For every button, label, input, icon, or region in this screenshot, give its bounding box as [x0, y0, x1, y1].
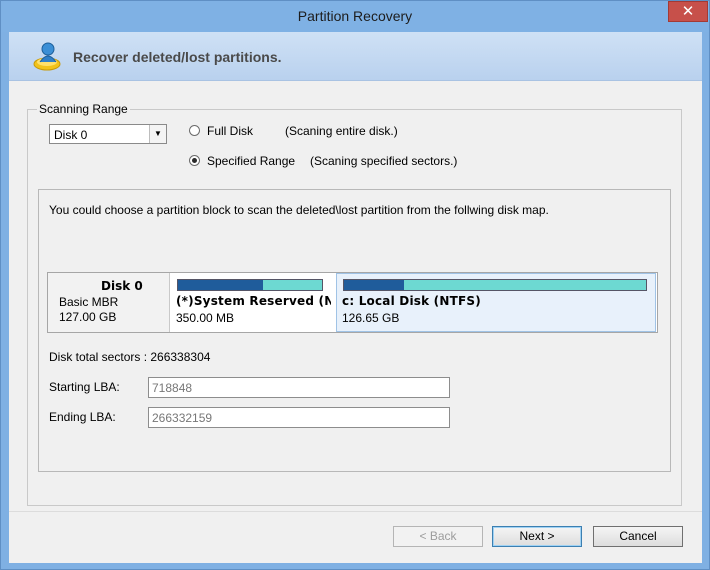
ending-lba-label: Ending LBA:: [49, 410, 116, 424]
specified-range-description: (Scaning specified sectors.): [310, 154, 458, 168]
disk-name: Disk 0: [101, 279, 143, 293]
partition-block-system-reserved[interactable]: (*)System Reserved (NTFS) 350.00 MB: [170, 273, 332, 332]
disk-select[interactable]: Disk 0 ▼: [49, 124, 167, 144]
partition-size: 350.00 MB: [176, 311, 235, 325]
scanning-range-legend: Scanning Range: [37, 102, 130, 116]
partition-recovery-window: Partition Recovery ✕ Recover deleted/los…: [0, 0, 710, 570]
wizard-body: Scanning Range Disk 0 ▼ Full Disk (Scani…: [9, 82, 702, 510]
dialog-client-area: Recover deleted/lost partitions. Scannin…: [9, 32, 702, 563]
title-bar[interactable]: Partition Recovery ✕: [1, 1, 709, 32]
wizard-footer: < Back Next > Cancel: [9, 511, 702, 563]
partition-usage-bar: [343, 279, 647, 291]
next-button[interactable]: Next >: [492, 526, 582, 547]
disk-recovery-icon: [33, 42, 61, 71]
full-disk-radio[interactable]: [189, 125, 200, 136]
specified-range-label[interactable]: Specified Range: [207, 154, 295, 168]
ending-lba-input[interactable]: 266332159: [148, 407, 450, 428]
wizard-header: Recover deleted/lost partitions.: [9, 32, 702, 81]
disk-map: Disk 0 Basic MBR 127.00 GB (*)System Res…: [47, 272, 658, 333]
partition-block-local-disk[interactable]: c: Local Disk (NTFS) 126.65 GB: [336, 273, 656, 332]
partition-name: c: Local Disk (NTFS): [342, 294, 481, 308]
disk-select-value: Disk 0: [54, 128, 88, 142]
starting-lba-input[interactable]: 718848: [148, 377, 450, 398]
back-button[interactable]: < Back: [393, 526, 483, 547]
partition-usage-bar: [177, 279, 323, 291]
header-title: Recover deleted/lost partitions.: [73, 49, 282, 65]
partition-usage-fill: [178, 280, 263, 290]
specified-range-radio[interactable]: [189, 155, 200, 166]
disk-type: Basic MBR: [59, 295, 119, 309]
full-disk-label[interactable]: Full Disk: [207, 124, 253, 138]
disk-total-sectors: Disk total sectors : 266338304: [49, 350, 211, 364]
disk-info-block[interactable]: Disk 0 Basic MBR 127.00 GB: [48, 273, 170, 332]
partition-size: 126.65 GB: [342, 311, 400, 325]
close-button[interactable]: ✕: [668, 1, 708, 22]
partition-name: (*)System Reserved (NTFS): [176, 294, 331, 308]
window-title: Partition Recovery: [297, 8, 413, 24]
partition-usage-fill: [344, 280, 404, 290]
disk-size: 127.00 GB: [59, 310, 117, 324]
close-icon: ✕: [681, 3, 695, 20]
full-disk-description: (Scaning entire disk.): [285, 124, 398, 138]
disk-map-instruction: You could choose a partition block to sc…: [49, 203, 549, 217]
cancel-button[interactable]: Cancel: [593, 526, 683, 547]
chevron-down-icon[interactable]: ▼: [149, 125, 166, 143]
starting-lba-label: Starting LBA:: [49, 380, 120, 394]
